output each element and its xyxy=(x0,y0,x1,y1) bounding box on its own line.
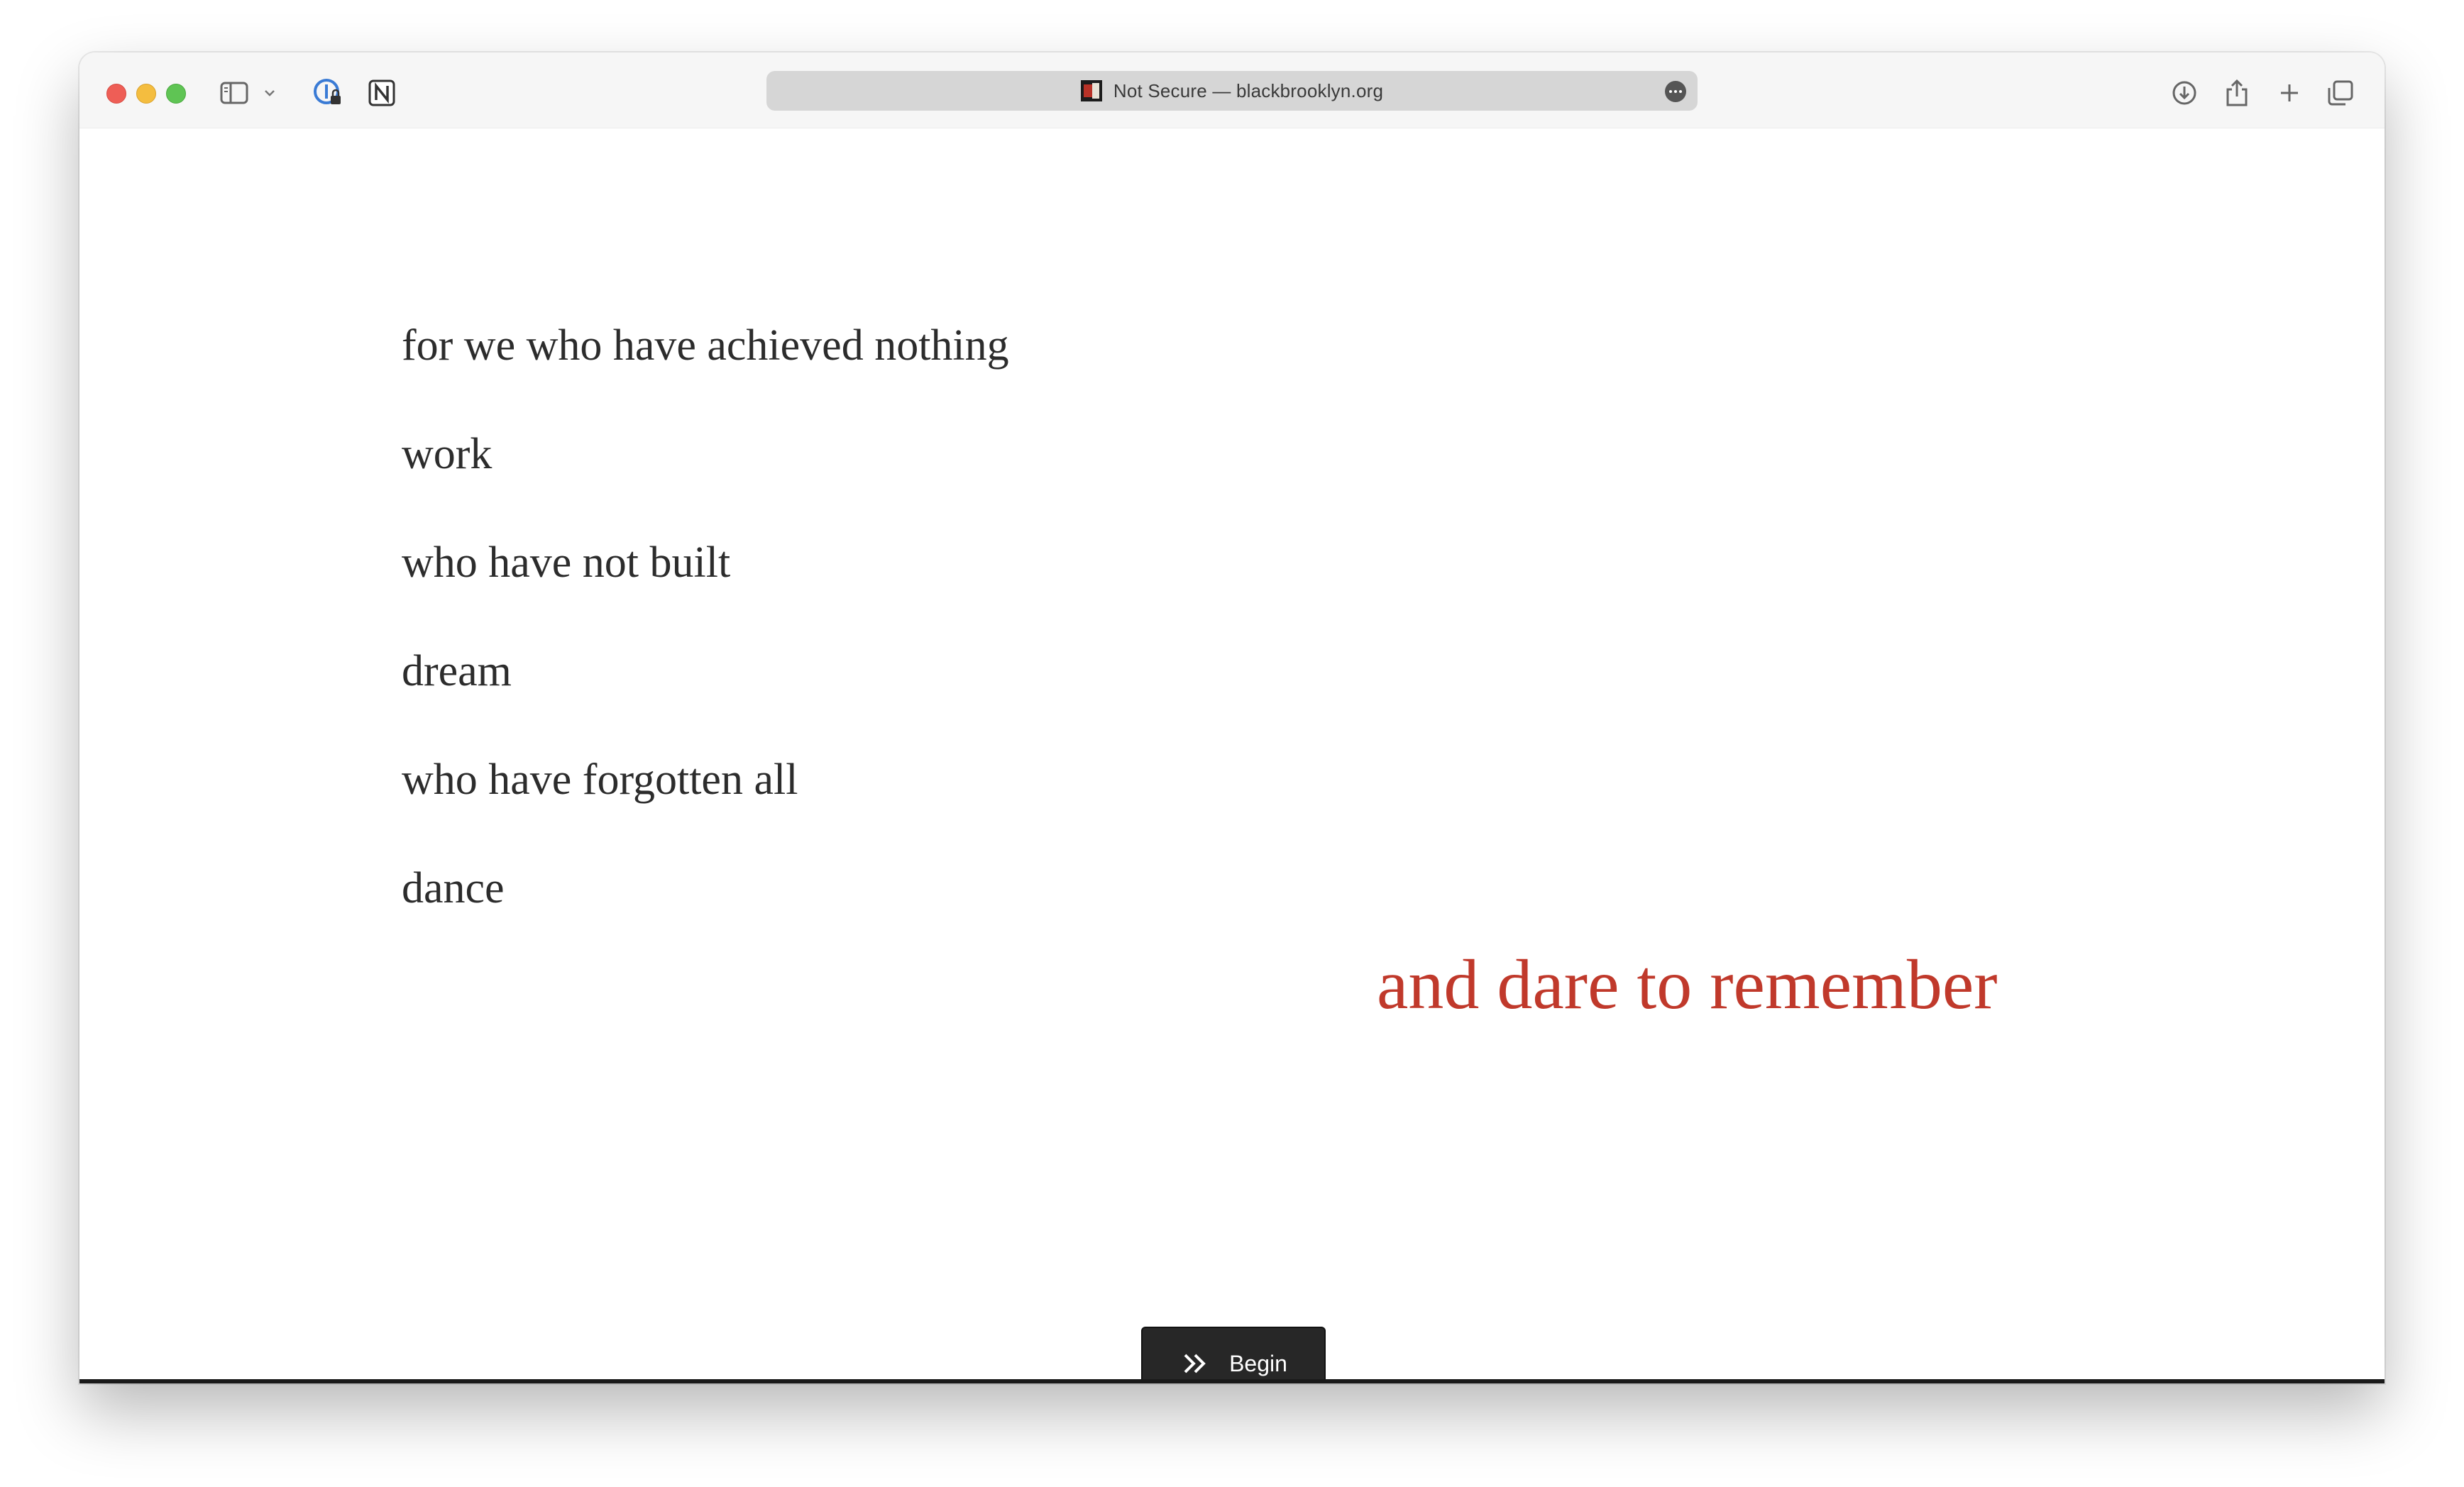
window-bottom-edge xyxy=(79,1379,2385,1383)
tab-overview-icon[interactable] xyxy=(2323,77,2358,109)
poem-line: for we who have achieved nothing xyxy=(402,321,1009,370)
poem-line: who have forgotten all xyxy=(402,756,798,804)
zoom-window-button[interactable] xyxy=(166,84,186,104)
page-menu-icon[interactable] xyxy=(1665,81,1686,102)
chevron-down-icon[interactable] xyxy=(261,77,278,109)
begin-button-label: Begin xyxy=(1229,1350,1287,1376)
poem-line: work xyxy=(402,430,493,478)
new-tab-icon[interactable] xyxy=(2272,77,2306,109)
address-bar-text: Not Secure — blackbrooklyn.org xyxy=(1113,79,1384,101)
browser-window: Not Secure — blackbrooklyn.org for we wh… xyxy=(79,52,2385,1383)
poem-line: dance xyxy=(402,864,505,912)
address-bar[interactable]: Not Secure — blackbrooklyn.org xyxy=(766,71,1698,111)
poem-line: dream xyxy=(402,647,512,695)
browser-toolbar: Not Secure — blackbrooklyn.org xyxy=(79,52,2385,128)
page-content: for we who have achieved nothing work wh… xyxy=(79,128,2385,1383)
close-window-button[interactable] xyxy=(106,84,126,104)
highlight-phrase: and dare to remember xyxy=(1377,945,1998,1024)
minimize-window-button[interactable] xyxy=(136,84,156,104)
share-icon[interactable] xyxy=(2220,77,2254,109)
notion-icon[interactable] xyxy=(365,77,399,109)
password-manager-icon[interactable] xyxy=(311,77,345,109)
double-chevron-right-icon xyxy=(1184,1354,1206,1373)
poem-line: who have not built xyxy=(402,538,731,587)
sidebar-icon[interactable] xyxy=(217,77,251,109)
site-favicon-icon xyxy=(1080,80,1102,101)
begin-button[interactable]: Begin xyxy=(1141,1327,1326,1383)
download-icon[interactable] xyxy=(2167,77,2201,109)
